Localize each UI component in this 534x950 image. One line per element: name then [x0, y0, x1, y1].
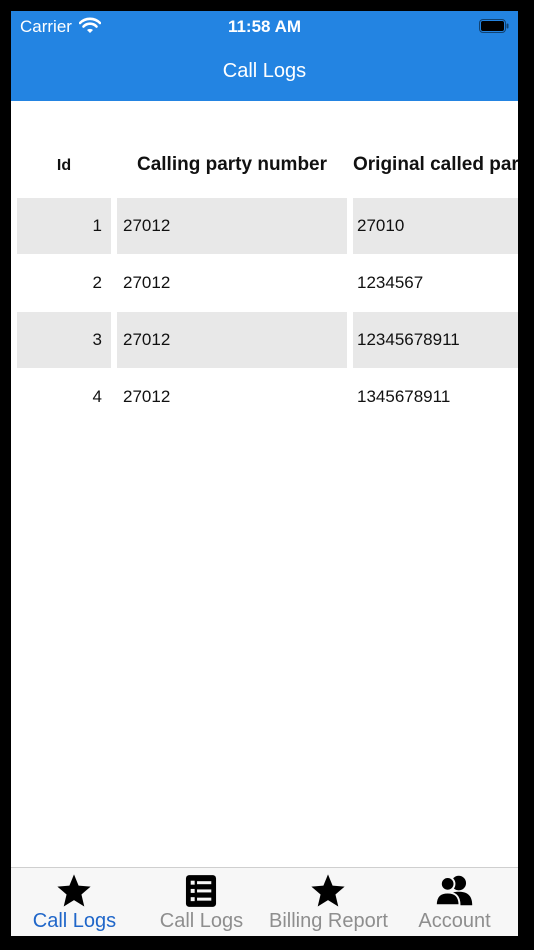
table-cell-id[interactable]: 1	[17, 198, 111, 254]
table-cell-original[interactable]: 27010	[353, 198, 518, 254]
table-cell-id[interactable]: 4	[17, 369, 111, 425]
tab-call-logs-list[interactable]: Call Logs	[138, 868, 265, 936]
call-logs-table[interactable]: Id Calling party number Original called …	[11, 101, 518, 867]
status-time: 11:58 AM	[227, 17, 302, 36]
tab-account[interactable]: Account	[391, 868, 518, 936]
star-icon	[311, 874, 345, 907]
page-title: Call Logs	[222, 60, 307, 82]
tab-label: Account	[418, 910, 491, 932]
table-cell-calling[interactable]: 27012	[117, 255, 347, 311]
table-cell-id[interactable]: 2	[17, 255, 111, 311]
users-icon	[434, 875, 473, 907]
tab-label: Call Logs	[159, 910, 244, 932]
column-header-calling-party[interactable]: Calling party number	[117, 154, 347, 178]
navigation-header: Carrier 11:58 AM Call Logs	[11, 11, 518, 101]
table-cell-original[interactable]: 1234567	[353, 255, 518, 311]
tab-bar: Call Logs Call Logs Billing Report Accou…	[11, 867, 518, 936]
app-screen: Carrier 11:58 AM Call Logs Id Calling pa…	[11, 11, 518, 936]
table-cell-original[interactable]: 1345678911	[353, 369, 518, 425]
battery-icon	[479, 19, 509, 33]
table-cell-id[interactable]: 3	[17, 312, 111, 368]
list-icon	[185, 875, 217, 907]
table-cell-original[interactable]: 12345678911	[353, 312, 518, 368]
table-cell-calling[interactable]: 27012	[117, 198, 347, 254]
tab-call-logs[interactable]: Call Logs	[11, 868, 138, 936]
star-icon	[57, 874, 91, 907]
column-header-original-called-party[interactable]: Original called par	[353, 154, 518, 178]
column-header-id[interactable]: Id	[17, 157, 111, 181]
table-cell-calling[interactable]: 27012	[117, 369, 347, 425]
tab-label: Billing Report	[269, 910, 388, 932]
tab-billing-report[interactable]: Billing Report	[265, 868, 392, 936]
table-cell-calling[interactable]: 27012	[117, 312, 347, 368]
